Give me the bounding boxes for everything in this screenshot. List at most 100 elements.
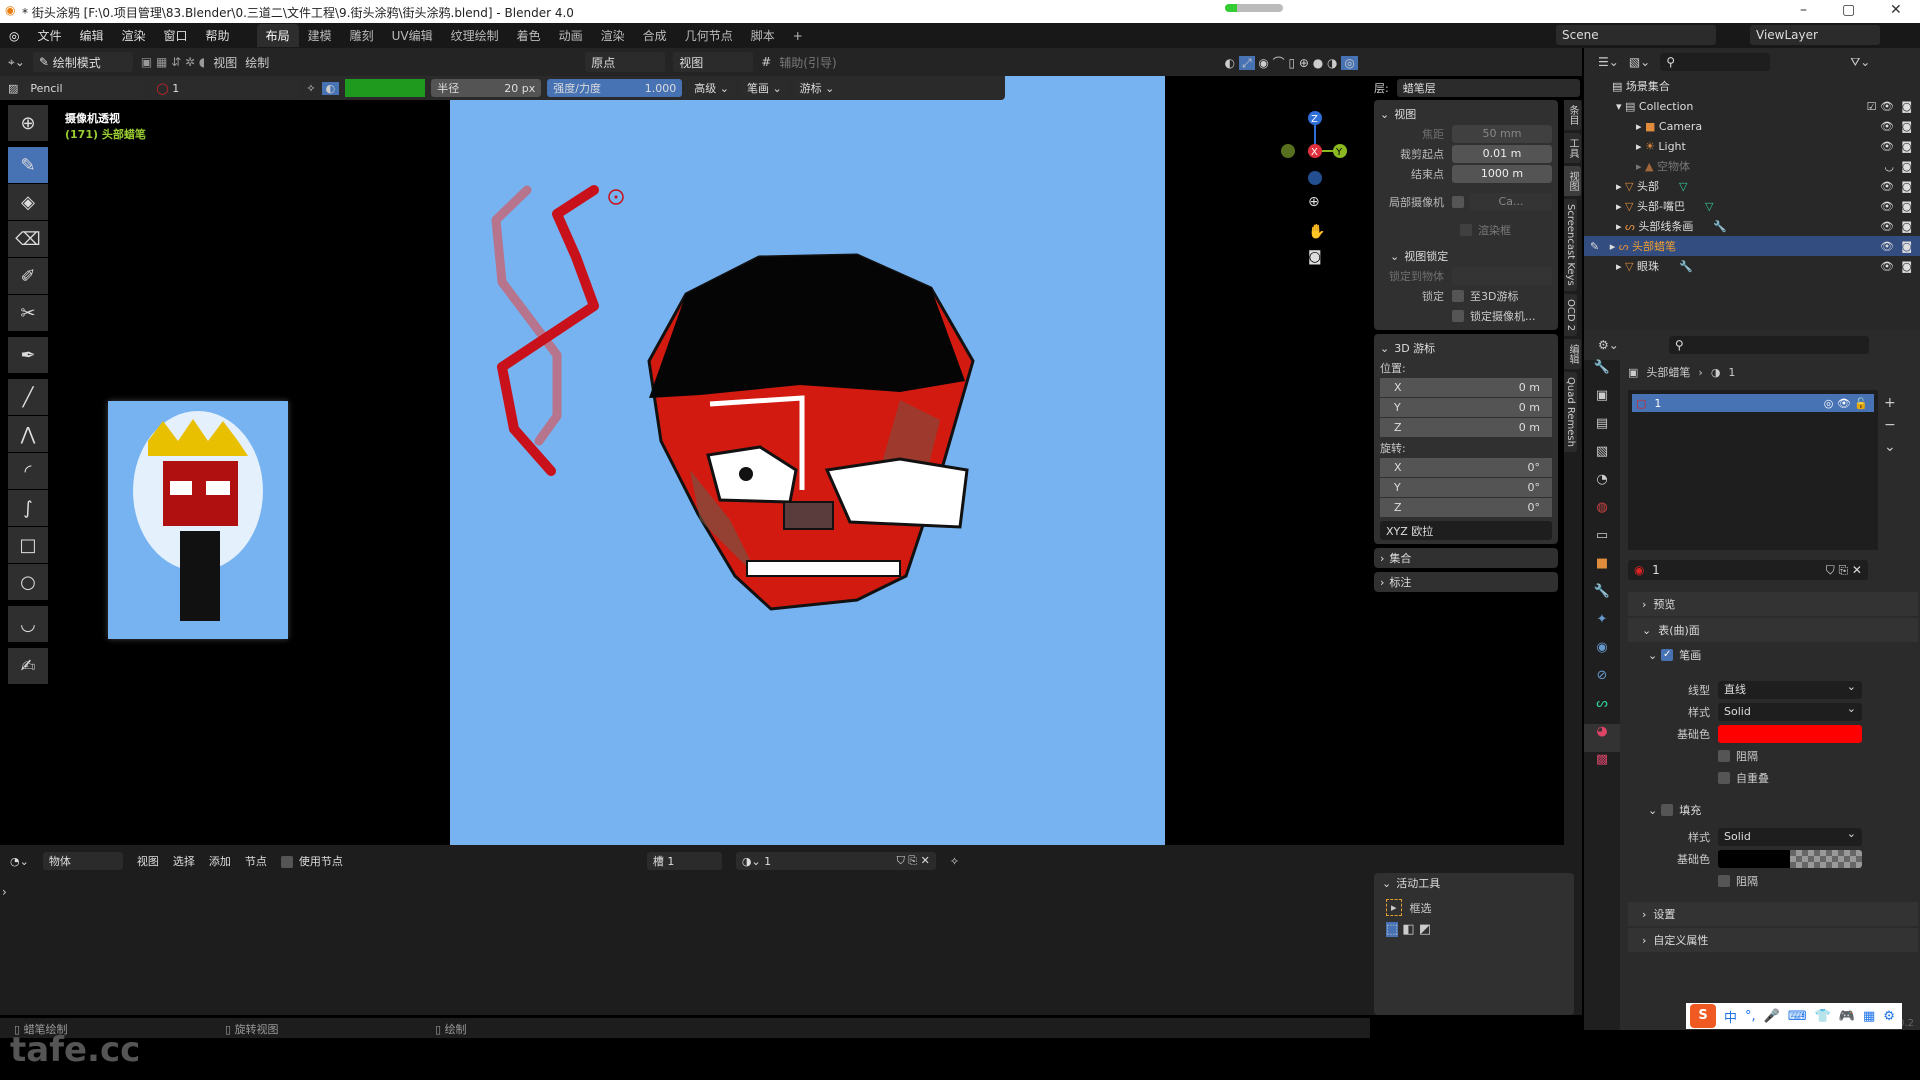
editor-type-icon[interactable]: ⚙⌄ — [1598, 338, 1619, 352]
material-slot-item[interactable]: ▢ 1 ◎ 👁 🔓 — [1632, 394, 1874, 412]
add-workspace-button[interactable]: + — [784, 26, 812, 46]
material-selector[interactable]: ◑⌄ 1 ⛉ ⎘ ✕ — [735, 852, 936, 870]
ime-language[interactable]: 中 — [1724, 1007, 1737, 1026]
box-tool-icon[interactable]: □ — [8, 527, 48, 563]
tab-scripting[interactable]: 脚本 — [742, 24, 784, 47]
tab-shading[interactable]: 着色 — [508, 24, 550, 47]
display-mode-icon[interactable]: ☰⌄ — [1598, 55, 1619, 69]
collections-panel-header[interactable]: › 集合 — [1374, 548, 1558, 568]
clip-end-field[interactable]: 1000 m — [1452, 165, 1552, 183]
fill-subsection[interactable]: ⌄ 填充 — [1648, 800, 1701, 820]
outliner-search[interactable]: ⚲ — [1660, 53, 1771, 71]
view-layer-selector[interactable]: ViewLayer — [1750, 25, 1880, 45]
radius-field[interactable]: 半径 20 px — [431, 79, 542, 97]
advanced-dropdown[interactable]: 高级 ⌄ — [688, 79, 735, 97]
polyline-tool-icon[interactable]: ⋀ — [8, 416, 48, 452]
strength-field[interactable]: 强度/力度 1.000 — [547, 79, 683, 97]
box-select-tool[interactable]: ▸ 框选 — [1374, 893, 1574, 922]
outliner-item-head-grease-pencil[interactable]: ✎ ▸ ᔕ 头部蜡笔 👁 ◙ — [1584, 236, 1920, 256]
fill-style-dropdown[interactable]: Solid — [1718, 825, 1862, 846]
orientation-selector[interactable]: 视图 — [673, 52, 754, 72]
menu-view[interactable]: 视图 — [213, 54, 237, 71]
navigation-gizmo[interactable]: Z Y X ⊕ ✋ ◙ — [1275, 106, 1355, 266]
render-tab-icon[interactable]: ▣ — [1584, 388, 1620, 416]
shader-type-dropdown[interactable]: 物体 — [42, 852, 123, 870]
brush-selector[interactable]: Pencil — [24, 79, 145, 97]
lock-camera-checkbox[interactable] — [1452, 310, 1464, 322]
curve-tool-icon[interactable]: ∫ — [8, 490, 48, 526]
editor-type-icon[interactable]: ◔⌄ — [10, 855, 29, 868]
line-tool-icon[interactable]: ╱ — [8, 379, 48, 415]
clip-start-field[interactable]: 0.01 m — [1452, 145, 1552, 163]
world-tab-icon[interactable]: ◍ — [1584, 500, 1620, 528]
fill-tool-icon[interactable]: ◈ — [8, 184, 48, 220]
multiframe-icon[interactable]: ▣ ▦ ⇵ ✲ ◖ — [141, 55, 205, 69]
ime-punctuation[interactable]: °, — [1745, 1009, 1756, 1024]
cutter-tool-icon[interactable]: ✂ — [8, 295, 48, 331]
material-selector[interactable]: ◯ 1 — [150, 79, 301, 97]
menu-file[interactable]: 文件 — [28, 27, 70, 44]
tab-view[interactable]: 视图 — [1564, 166, 1581, 196]
outliner-item-empty[interactable]: ▸ ▲ 空物体 ◡ ◙ — [1584, 156, 1920, 176]
preview-section[interactable]: › 预览 — [1628, 592, 1918, 616]
view-lock-header[interactable]: ⌄ 视图锁定 — [1380, 246, 1552, 266]
selection-mode-buttons[interactable]: ⬚ ◧ ◩ — [1374, 922, 1574, 937]
view-layer-icon[interactable]: ▧⌄ — [1629, 55, 1650, 69]
minimize-button[interactable]: – — [1800, 2, 1807, 18]
pin-icon[interactable]: ✧ — [306, 82, 315, 95]
menu-select[interactable]: 选择 — [173, 853, 195, 869]
menu-render[interactable]: 渲染 — [113, 27, 155, 44]
scene-selector[interactable]: Scene — [1556, 25, 1716, 45]
tab-tool[interactable]: 工具 — [1564, 133, 1581, 163]
cursor-loc-y[interactable]: Y0 m — [1380, 398, 1552, 417]
close-button[interactable]: ✕ — [1890, 2, 1902, 18]
tab-modeling[interactable]: 建模 — [299, 24, 341, 47]
material-slot-list[interactable]: ▢ 1 ◎ 👁 🔓 — [1628, 390, 1878, 550]
guides-icon[interactable]: # — [761, 55, 771, 69]
eyedropper-tool-icon[interactable]: ✒ — [8, 337, 48, 373]
outliner-item-light[interactable]: ▸ ☀ Light 👁 ◙ — [1584, 136, 1920, 156]
use-nodes-toggle[interactable]: 使用节点 — [280, 853, 343, 869]
filter-icon[interactable]: ⛛⌄ — [1850, 55, 1870, 70]
ime-toolbar[interactable]: S 中 °, 🎤 ⌨ 👕 🎮 ▦ ⚙ — [1686, 1003, 1902, 1029]
interpolate-tool-icon[interactable]: ◡ — [8, 606, 48, 642]
3d-cursor-header[interactable]: ⌄ 3D 游标 — [1380, 338, 1552, 358]
collection-tab-icon[interactable]: ▭ — [1584, 528, 1620, 556]
material-tab-icon[interactable]: ◕ — [1584, 724, 1620, 752]
tab-animation[interactable]: 动画 — [550, 24, 592, 47]
tab-rendering[interactable]: 渲染 — [592, 24, 634, 47]
tab-geometry-nodes[interactable]: 几何节点 — [676, 24, 742, 47]
tab-edit[interactable]: 编辑 — [1564, 338, 1581, 369]
render-region-checkbox[interactable] — [1460, 224, 1472, 236]
stroke-subsection[interactable]: ⌄ ✓ 笔画 — [1628, 644, 1918, 666]
tab-uv-editing[interactable]: UV编辑 — [383, 24, 442, 47]
menu-draw[interactable]: 绘制 — [245, 54, 269, 71]
circle-tool-icon[interactable]: ○ — [8, 564, 48, 600]
color-mode-icon[interactable]: ◐ — [321, 81, 340, 95]
tab-layout[interactable]: 布局 — [256, 24, 299, 47]
annotations-panel-header[interactable]: › 标注 — [1374, 572, 1558, 592]
focal-field[interactable]: 50 mm — [1452, 125, 1552, 143]
cursor-loc-x[interactable]: X0 m — [1380, 378, 1552, 397]
maximize-button[interactable]: ▢ — [1842, 2, 1855, 18]
texture-tab-icon[interactable]: ▩ — [1584, 752, 1620, 780]
lock-to-cursor-checkbox[interactable] — [1452, 290, 1464, 302]
layer-selector[interactable]: 蜡笔层 — [1396, 79, 1580, 97]
shading-buttons[interactable]: ◐ ⤢ ◉ ⌒ ▯ ⊕ ● ◑ ◎ — [1225, 54, 1358, 71]
outliner-item-head-mouth[interactable]: ▸ ▽ 头部-嘴巴 ▽ 👁 ◙ — [1584, 196, 1920, 216]
cursor-tool-icon[interactable]: ⊕ — [8, 105, 48, 141]
view-panel-header[interactable]: ⌄ 视图 — [1380, 104, 1552, 124]
cursor-dropdown[interactable]: 游标 ⌄ — [793, 79, 841, 97]
outliner-item-camera[interactable]: ▸ ■ Camera 👁 ◙ — [1584, 116, 1920, 136]
pin-icon[interactable]: ✧ — [950, 855, 959, 868]
stroke-style-dropdown[interactable]: Solid — [1718, 700, 1862, 721]
menu-view[interactable]: 视图 — [137, 853, 159, 869]
outliner-item-collection[interactable]: ▾ ▤ Collection ☑ 👁 ◙ — [1584, 96, 1920, 116]
settings-section[interactable]: › 设置 — [1628, 902, 1918, 926]
tab-texture-paint[interactable]: 纹理绘制 — [442, 24, 508, 47]
outliner-root[interactable]: ▤ 场景集合 — [1584, 76, 1920, 96]
editor-type-icon[interactable]: ⌖⌄ — [8, 55, 25, 70]
physics-tab-icon[interactable]: ◉ — [1584, 640, 1620, 668]
lock-object-field[interactable] — [1452, 267, 1552, 285]
shader-editor[interactable]: ◔⌄ 物体 视图 选择 添加 节点 使用节点 槽 1 ◑⌄ 1 ⛉ ⎘ ✕ ✧ › — [0, 845, 1582, 1015]
